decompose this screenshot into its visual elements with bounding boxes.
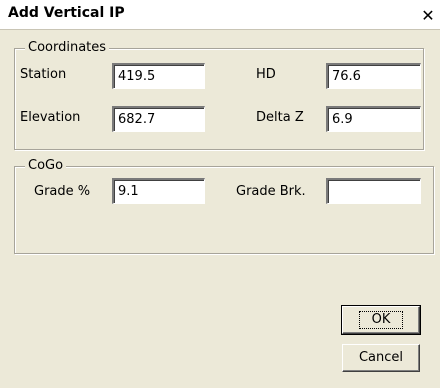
ok-button[interactable]: OK [341, 305, 421, 335]
delta-z-field[interactable] [326, 106, 421, 132]
add-vertical-ip-dialog: Add Vertical IP ✕ Coordinates Station HD… [0, 0, 440, 388]
cancel-button[interactable]: Cancel [342, 344, 420, 372]
grade-brk-field[interactable] [326, 178, 421, 204]
coordinates-legend: Coordinates [25, 40, 110, 55]
title-bar[interactable]: Add Vertical IP ✕ [0, 0, 440, 30]
grade-field[interactable] [112, 178, 205, 204]
ok-button-label: OK [358, 311, 404, 329]
hd-label: HD [256, 67, 276, 82]
grade-brk-label: Grade Brk. [236, 184, 306, 199]
delta-z-label: Delta Z [256, 110, 304, 125]
station-field[interactable] [112, 63, 205, 89]
window-title: Add Vertical IP [8, 5, 125, 21]
station-label: Station [20, 67, 67, 82]
hd-field[interactable] [326, 63, 421, 89]
cogo-legend: CoGo [25, 158, 67, 173]
close-icon[interactable]: ✕ [418, 7, 438, 25]
elevation-label: Elevation [20, 110, 81, 125]
grade-label: Grade % [34, 184, 91, 199]
elevation-field[interactable] [112, 106, 205, 132]
